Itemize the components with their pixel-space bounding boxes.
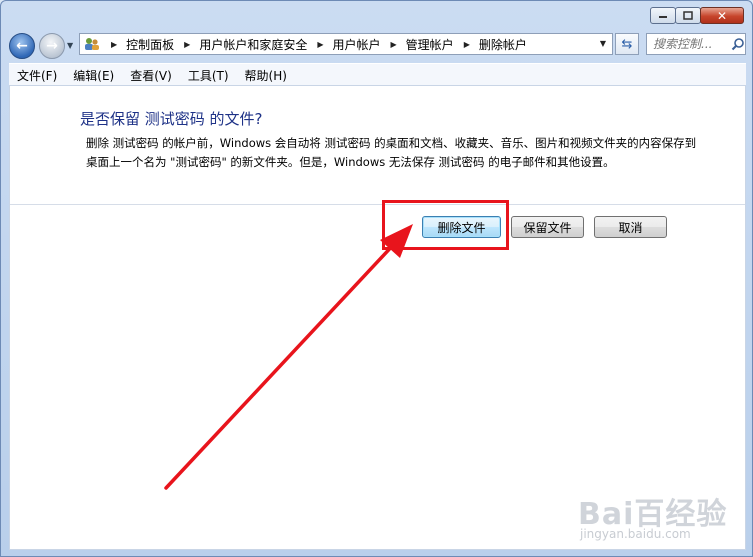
breadcrumb-separator-icon[interactable]: ▶ — [184, 40, 190, 49]
menu-file[interactable]: 文件(F) — [9, 67, 65, 84]
breadcrumb-separator-icon[interactable]: ▶ — [317, 40, 323, 49]
breadcrumb-item-user-accounts-family-safety[interactable]: 用户帐户和家庭安全 — [199, 36, 307, 53]
maximize-button[interactable] — [675, 7, 701, 24]
maximize-icon — [683, 11, 693, 20]
forward-arrow-icon: → — [46, 38, 58, 54]
minimize-icon — [659, 15, 667, 18]
annotation-highlight-box — [382, 200, 509, 250]
search-icon[interactable] — [731, 37, 745, 51]
navigation-bar: ← → ▼ ▶ 控制面板 ▶ 用户帐户和家庭安全 ▶ 用户帐户 ▶ 管理帐户 ▶… — [1, 29, 752, 59]
breadcrumb-separator-icon[interactable]: ▶ — [464, 40, 470, 49]
recent-pages-dropdown-icon[interactable]: ▼ — [67, 41, 73, 50]
menu-edit[interactable]: 编辑(E) — [65, 67, 122, 84]
menu-tools[interactable]: 工具(T) — [180, 67, 237, 84]
address-bar[interactable]: ▶ 控制面板 ▶ 用户帐户和家庭安全 ▶ 用户帐户 ▶ 管理帐户 ▶ 删除帐户 … — [79, 33, 613, 55]
back-button[interactable]: ← — [9, 33, 35, 59]
minimize-button[interactable] — [650, 7, 676, 24]
breadcrumb-separator-icon[interactable]: ▶ — [391, 40, 397, 49]
refresh-icon: ⇆ — [621, 36, 633, 52]
watermark: Bai百经验 jingyan.baidu.com — [578, 489, 727, 541]
breadcrumb-item-manage-accounts[interactable]: 管理帐户 — [406, 36, 454, 53]
menu-help[interactable]: 帮助(H) — [237, 67, 295, 84]
keep-files-button[interactable]: 保留文件 — [511, 216, 584, 238]
window-controls: ✕ — [650, 7, 744, 24]
watermark-url: jingyan.baidu.com — [580, 527, 691, 541]
page-description: 删除 测试密码 的帐户前，Windows 会自动将 测试密码 的桌面和文档、收藏… — [86, 136, 697, 169]
explorer-window: ✕ ← → ▼ ▶ 控制面板 ▶ 用户帐户和家庭安全 ▶ 用户帐户 ▶ 管理帐户… — [0, 0, 753, 557]
address-dropdown-icon[interactable]: ▼ — [600, 39, 606, 48]
page-title: 是否保留 测试密码 的文件? — [80, 110, 263, 128]
breadcrumb-item-user-accounts[interactable]: 用户帐户 — [333, 36, 381, 53]
content-pane: 是否保留 测试密码 的文件? 删除 测试密码 的帐户前，Windows 会自动将… — [9, 85, 746, 550]
cancel-button[interactable]: 取消 — [594, 216, 667, 238]
menu-view[interactable]: 查看(V) — [122, 67, 180, 84]
users-icon — [83, 36, 101, 52]
forward-button[interactable]: → — [39, 33, 65, 59]
breadcrumb-item-delete-account[interactable]: 删除帐户 — [479, 36, 527, 53]
divider — [10, 204, 745, 205]
back-arrow-icon: ← — [16, 38, 28, 54]
breadcrumb-item-control-panel[interactable]: 控制面板 — [126, 36, 174, 53]
breadcrumb-separator-icon: ▶ — [111, 39, 118, 49]
close-button[interactable]: ✕ — [700, 7, 744, 24]
breadcrumb: ▶ 控制面板 ▶ 用户帐户和家庭安全 ▶ 用户帐户 ▶ 管理帐户 ▶ 删除帐户 — [101, 36, 527, 53]
search-box[interactable] — [646, 33, 746, 55]
refresh-button[interactable]: ⇆ — [615, 33, 639, 55]
menu-bar: 文件(F) 编辑(E) 查看(V) 工具(T) 帮助(H) — [9, 63, 746, 86]
search-input[interactable] — [653, 37, 729, 51]
